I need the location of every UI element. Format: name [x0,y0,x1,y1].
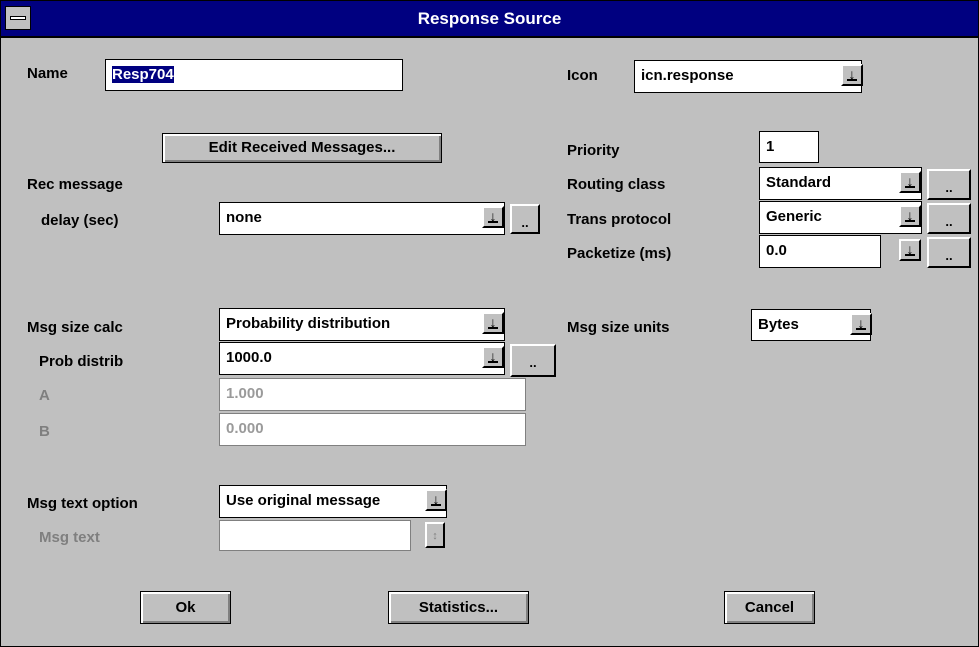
icon-dropdown-arrow-icon[interactable]: ↓ [841,64,863,86]
msg-size-calc-label: Msg size calc [27,319,123,336]
rec-message-delay-value: none [226,209,262,226]
prob-distrib-input[interactable]: 1000.0 [219,342,505,375]
msg-text-option-value: Use original message [226,492,381,509]
param-b-input[interactable]: 0.000 [219,413,526,446]
rec-message-delay-select[interactable]: none [219,202,505,235]
msg-size-units-value: Bytes [758,316,799,333]
title-bar: Response Source [1,1,978,38]
routing-class-more-button[interactable]: .. [927,169,971,200]
rec-message-label: Rec message [27,176,123,193]
prob-distrib-more-button[interactable]: .. [510,344,556,377]
name-value: Resp704 [112,66,174,83]
trans-protocol-value: Generic [766,208,822,225]
edit-received-messages-button[interactable]: Edit Received Messages... [162,133,442,163]
msg-size-calc-value: Probability distribution [226,315,391,332]
msg-text-label: Msg text [39,529,100,546]
msg-size-units-label: Msg size units [567,319,670,336]
rec-delay-more-button[interactable]: .. [510,204,540,234]
trans-protocol-label: Trans protocol [567,211,672,228]
icon-label: Icon [567,67,598,84]
param-a-input[interactable]: 1.000 [219,378,526,411]
prob-distrib-label: Prob distrib [39,353,124,370]
response-source-dialog: Response Source Name Resp704 Icon icn.re… [0,0,979,647]
window-title: Response Source [417,9,562,28]
name-input[interactable]: Resp704 [105,59,403,91]
statistics-button[interactable]: Statistics... [388,591,529,624]
icon-select-value: icn.response [641,67,734,84]
packetize-input[interactable]: 0.0 [759,235,881,268]
msg-text-option-select[interactable]: Use original message [219,485,447,518]
msg-text-option-label: Msg text option [27,495,138,512]
msg-size-calc-select[interactable]: Probability distribution [219,308,505,341]
param-a-label: A [39,387,50,404]
icon-select[interactable]: icn.response [634,60,862,93]
priority-label: Priority [567,142,620,159]
trans-protocol-select[interactable]: Generic [759,201,922,234]
routing-class-value: Standard [766,174,832,191]
delay-sec-label: delay (sec) [41,212,119,229]
packetize-more-button[interactable]: .. [927,237,971,268]
msg-size-units-dropdown-arrow-icon[interactable]: ↓ [850,313,872,335]
packetize-dropdown-arrow-icon[interactable]: ↓ [899,239,921,261]
routing-class-label: Routing class [567,176,666,193]
priority-input[interactable]: 1 [759,131,819,163]
prob-distrib-dropdown-arrow-icon[interactable]: ↓ [482,346,504,368]
routing-class-select[interactable]: Standard [759,167,922,200]
name-label: Name [27,65,68,82]
trans-protocol-more-button[interactable]: .. [927,203,971,234]
packetize-label: Packetize (ms) [567,245,672,262]
cancel-button[interactable]: Cancel [724,591,815,624]
param-b-label: B [39,423,50,440]
msg-text-option-dropdown-arrow-icon[interactable]: ↓ [425,489,447,511]
trans-protocol-dropdown-arrow-icon[interactable]: ↓ [899,205,921,227]
rec-delay-dropdown-arrow-icon[interactable]: ↓ [482,206,504,228]
msg-size-calc-dropdown-arrow-icon[interactable]: ↓ [482,312,504,334]
msg-text-input[interactable] [219,520,411,551]
routing-class-dropdown-arrow-icon[interactable]: ↓ [899,171,921,193]
msg-text-spin-icon[interactable]: ↕ [425,522,445,548]
ok-button[interactable]: Ok [140,591,231,624]
